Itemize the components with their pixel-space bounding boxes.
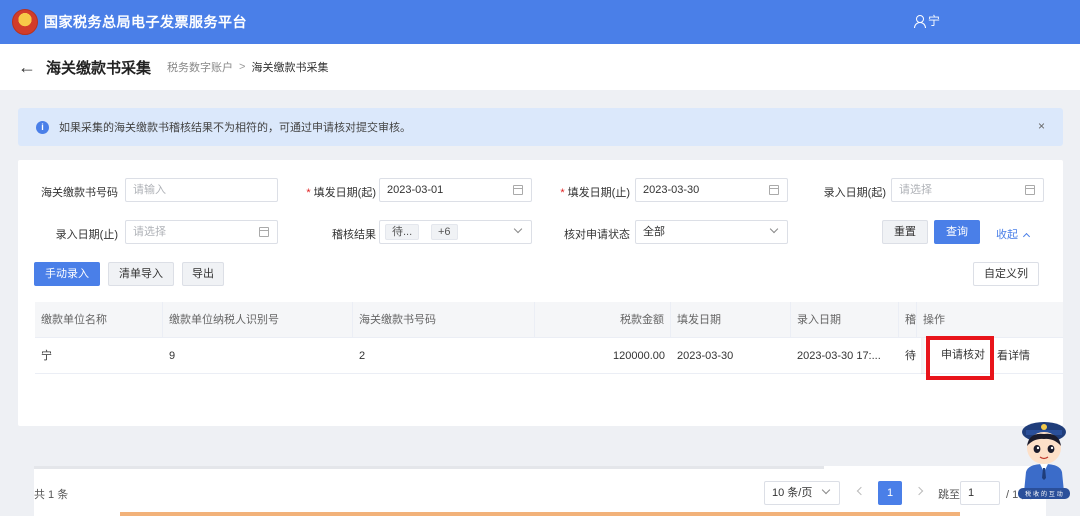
alert-message: 如果采集的海关缴款书稽核结果不为相符的，可通过申请核对提交审核。 [59, 122, 411, 134]
cell-audit: 待 [905, 350, 916, 362]
fill-end-label: * 填发日期(止) [560, 187, 630, 199]
cell-payer-name: 宁 [41, 350, 52, 362]
table-row: 宁 9 2 120000.00 2023-03-30 2023-03-30 17… [35, 336, 1063, 380]
column-header-fill-date: 填发日期 [671, 302, 791, 338]
horizontal-scrollbar[interactable] [34, 466, 824, 469]
entry-start-label: 录入日期(起) [823, 187, 886, 199]
column-header-customs-no: 海关缴款书号码 [353, 302, 535, 338]
verify-status-select[interactable]: 全部 [635, 220, 788, 244]
customs-no-label: 海关缴款书号码 [41, 187, 118, 199]
pagination-bar: 共 1 条 10 条/页 1 跳至 1 / 1 页 [34, 466, 1046, 516]
column-header-audit: 稽 [899, 302, 917, 338]
column-header-tax-id: 缴款单位纳税人识别号 [163, 302, 353, 338]
table-header: 缴款单位名称 缴款单位纳税人识别号 海关缴款书号码 税款金额 填发日期 录入日期… [35, 302, 1063, 338]
main-panel: 海关缴款书号码 请输入 * 填发日期(起) 2023-03-01 * 填发日期(止)… [18, 160, 1063, 426]
entry-end-date-input[interactable]: 请选择 [125, 220, 278, 244]
audit-result-label: 稽核结果 [332, 229, 376, 241]
column-header-payer-name: 缴款单位名称 [35, 302, 163, 338]
view-detail-link[interactable]: 看详情 [997, 338, 1030, 374]
fill-end-date-input[interactable]: 2023-03-30 [635, 178, 788, 202]
audit-tag: 待... [385, 224, 420, 240]
cell-tax-id: 9 [169, 350, 176, 362]
next-page-icon[interactable] [914, 486, 924, 496]
column-header-amount: 税款金额 [535, 302, 671, 338]
verify-status-label: 核对申请状态 [564, 229, 630, 241]
tax-officer-mascot-icon[interactable]: 税 收 的 互 动 [1014, 412, 1074, 502]
page-title: 海关缴款书采集 [46, 59, 152, 77]
chevron-up-icon [1022, 232, 1031, 241]
breadcrumb: 税务数字账户 > 海关缴款书采集 [167, 59, 328, 75]
chevron-down-icon [513, 224, 523, 234]
cell-entry-date: 2023-03-30 17:... [797, 350, 881, 362]
audit-more-tag: +6 [431, 224, 458, 240]
chevron-down-icon [769, 224, 779, 234]
calendar-icon [769, 185, 779, 195]
query-button[interactable]: 查询 [934, 220, 980, 244]
entry-start-date-input[interactable]: 请选择 [891, 178, 1044, 202]
info-icon: i [36, 120, 49, 134]
goto-page-input[interactable]: 1 [960, 481, 1000, 505]
export-button[interactable]: 导出 [182, 262, 224, 286]
column-header-entry-date: 录入日期 [791, 302, 899, 338]
calendar-icon [1025, 185, 1035, 195]
tax-bureau-logo-icon [12, 9, 38, 35]
site-title: 国家税务总局电子发票服务平台 [44, 14, 247, 30]
calendar-icon [513, 185, 523, 195]
cell-amount: 120000.00 [613, 350, 665, 362]
cell-customs-no: 2 [359, 350, 366, 362]
total-count: 共 1 条 [34, 489, 69, 501]
user-menu[interactable]: 宁 [913, 12, 940, 29]
list-import-button[interactable]: 清单导入 [108, 262, 174, 286]
chevron-down-icon [821, 485, 831, 495]
page-size-select[interactable]: 10 条/页 [764, 481, 840, 505]
breadcrumb-separator: > [239, 61, 246, 73]
breadcrumb-item-current: 海关缴款书采集 [251, 62, 329, 74]
page-header: ← 海关缴款书采集 税务数字账户 > 海关缴款书采集 [0, 44, 1080, 90]
fill-start-label: * 填发日期(起) [306, 187, 376, 199]
collapse-link[interactable]: 收起 [996, 226, 1031, 242]
user-icon [913, 14, 926, 28]
custom-columns-button[interactable]: 自定义列 [973, 262, 1039, 286]
close-icon[interactable]: × [1038, 119, 1045, 133]
customs-no-input[interactable]: 请输入 [125, 178, 278, 202]
info-alert: i 如果采集的海关缴款书稽核结果不为相符的，可通过申请核对提交审核。 × [18, 108, 1063, 146]
entry-end-label: 录入日期(止) [55, 229, 118, 241]
manual-entry-button[interactable]: 手动录入 [34, 262, 100, 286]
prev-page-icon[interactable] [856, 486, 866, 496]
goto-label: 跳至 [938, 489, 960, 501]
reset-button[interactable]: 重置 [882, 220, 928, 244]
mascot-badge-text: 税 收 的 互 动 [1025, 490, 1063, 498]
audit-result-select[interactable]: 待... +6 [379, 220, 532, 244]
cell-fill-date: 2023-03-30 [677, 350, 734, 362]
calendar-icon [259, 227, 269, 237]
annotation-highlight-box [926, 336, 994, 380]
fill-start-date-input[interactable]: 2023-03-01 [379, 178, 532, 202]
user-name: 宁 [927, 14, 940, 28]
page-number-button[interactable]: 1 [878, 481, 902, 505]
column-header-actions: 操作 [923, 314, 945, 326]
bottom-banner-strip [120, 512, 960, 516]
top-bar: 国家税务总局电子发票服务平台 宁 [0, 0, 1080, 44]
breadcrumb-item-tax-account[interactable]: 税务数字账户 [167, 59, 233, 75]
back-arrow-icon[interactable]: ← [18, 57, 36, 78]
